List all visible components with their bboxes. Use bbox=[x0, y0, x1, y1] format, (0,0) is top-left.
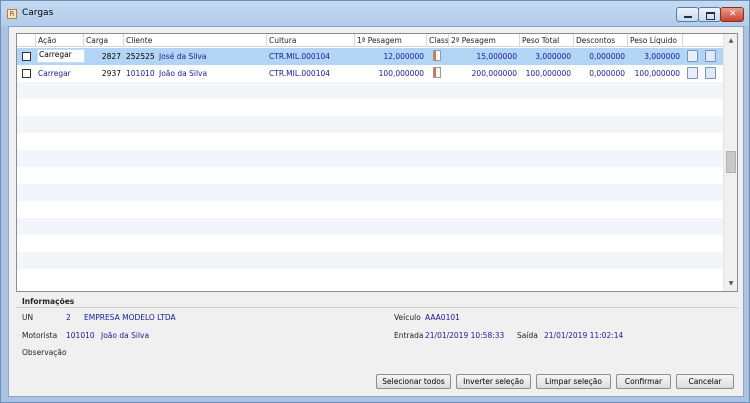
document-icon[interactable] bbox=[705, 67, 716, 79]
info-section-title: Informações bbox=[22, 297, 75, 306]
pesagem2-cell: 200,000000 bbox=[471, 69, 517, 78]
row-checkbox[interactable] bbox=[22, 52, 31, 61]
header-carga[interactable]: Carga bbox=[84, 34, 124, 47]
observacao-label: Observação bbox=[22, 348, 67, 357]
saida-label: Saída bbox=[517, 331, 538, 340]
descontos-cell: 0,000000 bbox=[589, 52, 625, 61]
un-code: 2 bbox=[66, 313, 71, 322]
header-pesagem2[interactable]: 2ª Pesagem bbox=[449, 34, 520, 47]
header-peso-liquido[interactable]: Peso Líquido bbox=[628, 34, 683, 47]
saida-value: 21/01/2019 11:02:14 bbox=[544, 331, 624, 340]
scroll-up-arrow-icon[interactable]: ▲ bbox=[724, 34, 737, 48]
empty-row bbox=[17, 184, 723, 201]
carga-cell: 2937 bbox=[101, 69, 121, 78]
empty-row bbox=[17, 82, 723, 99]
header-cultura[interactable]: Cultura bbox=[267, 34, 355, 47]
minimize-button[interactable] bbox=[676, 7, 699, 22]
veiculo-value: AAA0101 bbox=[425, 313, 460, 322]
select-all-button[interactable]: Selecionar todos bbox=[376, 374, 451, 389]
window-title: Cargas bbox=[22, 8, 54, 18]
app-icon: R bbox=[7, 9, 17, 19]
entrada-label: Entrada bbox=[394, 331, 424, 340]
header-peso-total[interactable]: Peso Total bbox=[520, 34, 574, 47]
header-pesagem1[interactable]: 1ª Pesagem bbox=[355, 34, 427, 47]
classification-icon[interactable] bbox=[433, 50, 441, 61]
confirm-button[interactable]: Confirmar bbox=[616, 374, 671, 389]
empty-row bbox=[17, 252, 723, 269]
un-label: UN bbox=[22, 313, 34, 322]
header-descontos[interactable]: Descontos bbox=[574, 34, 628, 47]
acao-dropdown[interactable]: Carregar bbox=[37, 49, 85, 63]
table-row[interactable]: Carregar 2937 101010 João da Silva CTR.M… bbox=[17, 65, 723, 82]
window-client-area: Ação Carga Cliente Cultura 1ª Pesagem Cl… bbox=[8, 26, 744, 397]
title-bar[interactable]: R Cargas bbox=[1, 1, 749, 26]
peso-total-cell: 100,000000 bbox=[525, 69, 571, 78]
vertical-scrollbar[interactable]: ▲ ▼ bbox=[723, 34, 737, 291]
header-select[interactable] bbox=[17, 34, 36, 47]
edit-document-icon[interactable] bbox=[687, 50, 698, 62]
table-row[interactable]: Carregar 2827 252525 José da Silva CTR.M… bbox=[17, 48, 723, 65]
cultura-cell: CTR.MIL.000104 bbox=[269, 69, 331, 78]
veiculo-label: Veículo bbox=[394, 313, 421, 322]
header-class[interactable]: Class. bbox=[427, 34, 449, 47]
descontos-cell: 0,000000 bbox=[589, 69, 625, 78]
peso-total-cell: 3,000000 bbox=[535, 52, 571, 61]
classification-icon[interactable] bbox=[433, 67, 441, 78]
invert-selection-button[interactable]: Inverter seleção bbox=[456, 374, 531, 389]
scroll-down-arrow-icon[interactable]: ▼ bbox=[724, 277, 737, 291]
header-cliente[interactable]: Cliente bbox=[124, 34, 267, 47]
empty-row bbox=[17, 167, 723, 184]
scroll-thumb[interactable] bbox=[726, 151, 736, 173]
cliente-code-cell: 252525 bbox=[126, 52, 155, 61]
cancel-button[interactable]: Cancelar bbox=[676, 374, 734, 389]
pesagem1-cell: 100,000000 bbox=[378, 69, 424, 78]
document-icon[interactable] bbox=[705, 50, 716, 62]
entrada-value: 21/01/2019 10:58:33 bbox=[425, 331, 505, 340]
header-acao[interactable]: Ação bbox=[36, 34, 84, 47]
cliente-code-cell: 101010 bbox=[126, 69, 155, 78]
empty-row bbox=[17, 269, 723, 286]
peso-liquido-cell: 3,000000 bbox=[644, 52, 680, 61]
motorista-code: 101010 bbox=[66, 331, 95, 340]
maximize-button[interactable] bbox=[698, 7, 721, 22]
empty-row bbox=[17, 218, 723, 235]
peso-liquido-cell: 100,000000 bbox=[634, 69, 680, 78]
empty-row bbox=[17, 201, 723, 218]
cargas-grid[interactable]: Ação Carga Cliente Cultura 1ª Pesagem Cl… bbox=[16, 33, 738, 292]
empty-row bbox=[17, 235, 723, 252]
grid-header: Ação Carga Cliente Cultura 1ª Pesagem Cl… bbox=[17, 34, 723, 47]
cliente-name-cell: José da Silva bbox=[159, 52, 207, 61]
edit-document-icon[interactable] bbox=[687, 67, 698, 79]
empty-row bbox=[17, 150, 723, 167]
clear-selection-button[interactable]: Limpar seleção bbox=[536, 374, 611, 389]
pesagem2-cell: 15,000000 bbox=[476, 52, 517, 61]
divider bbox=[16, 307, 738, 308]
cargas-window: R Cargas Ação Carga Cliente Cultura 1ª P… bbox=[0, 0, 750, 403]
empty-row bbox=[17, 116, 723, 133]
carga-cell: 2827 bbox=[101, 52, 121, 61]
empty-row bbox=[17, 133, 723, 150]
empty-row bbox=[17, 99, 723, 116]
pesagem1-cell: 12,000000 bbox=[383, 52, 424, 61]
cultura-cell: CTR.MIL.000104 bbox=[269, 52, 331, 61]
un-name: EMPRESA MODELO LTDA bbox=[84, 313, 176, 322]
header-extra bbox=[683, 34, 723, 47]
motorista-label: Motorista bbox=[22, 331, 58, 340]
acao-cell[interactable]: Carregar bbox=[38, 65, 84, 82]
close-button[interactable] bbox=[720, 7, 744, 22]
row-checkbox[interactable] bbox=[22, 69, 31, 78]
motorista-name: João da Silva bbox=[101, 331, 150, 340]
cliente-name-cell: João da Silva bbox=[159, 69, 208, 78]
